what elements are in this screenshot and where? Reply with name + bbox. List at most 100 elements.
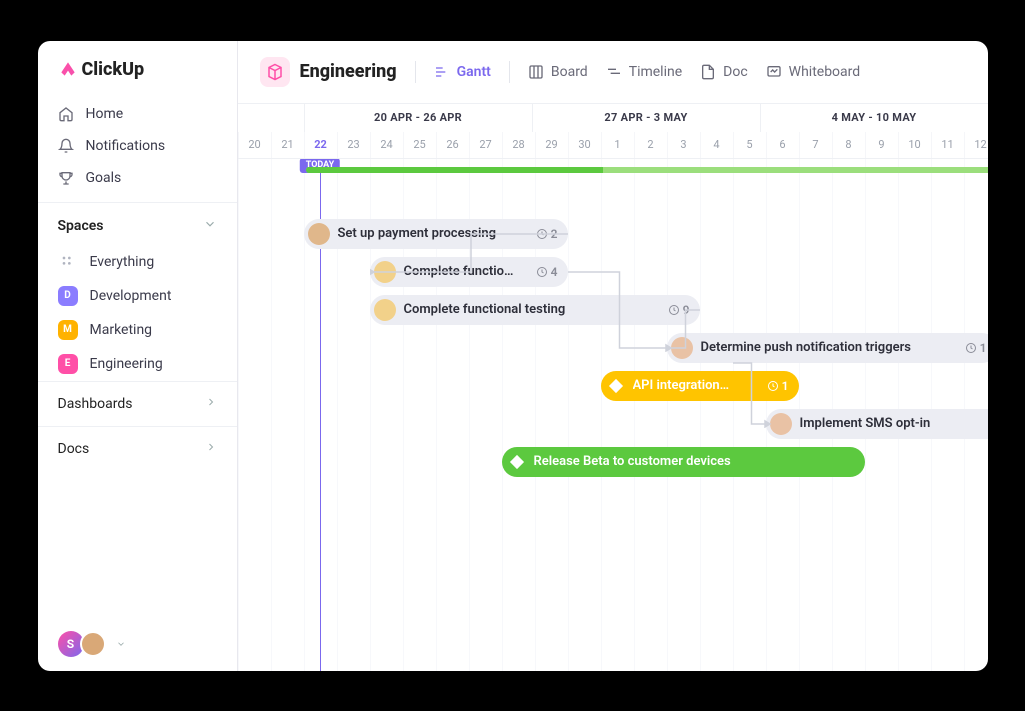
space-item-label: Marketing — [90, 322, 153, 338]
task-bar[interactable]: Determine push notification triggers1 — [667, 333, 988, 363]
dependency-connector — [370, 230, 572, 276]
clickup-logo-icon — [58, 59, 78, 79]
space-badge: D — [58, 286, 78, 306]
docs-label: Docs — [58, 441, 90, 457]
task-label: Release Beta to customer devices — [534, 454, 855, 469]
week-header: 4 MAY - 10 MAY — [760, 104, 988, 132]
spaces-header-label: Spaces — [58, 218, 104, 234]
bell-icon — [58, 138, 74, 154]
docs-section[interactable]: Docs — [38, 426, 237, 471]
nav-notifications[interactable]: Notifications — [38, 130, 237, 162]
overall-progress-fill — [306, 167, 603, 173]
nav-notifications-label: Notifications — [86, 138, 166, 154]
day-header: 8 — [832, 132, 865, 158]
view-tab-doc-label: Doc — [723, 64, 748, 80]
gantt-icon — [434, 64, 450, 80]
nav-goals[interactable]: Goals — [38, 162, 237, 194]
dependency-connector — [729, 359, 774, 428]
divider — [415, 61, 416, 83]
brand-logo[interactable]: ClickUp — [38, 59, 237, 98]
assignee-avatar — [374, 299, 396, 321]
dashboards-label: Dashboards — [58, 396, 133, 412]
brand-name: ClickUp — [82, 59, 145, 80]
app-window: ClickUp Home Notifications Goals Spaces … — [38, 41, 988, 671]
topbar: Engineering Gantt Board Timeline Doc — [238, 41, 988, 104]
space-everything-label: Everything — [90, 254, 155, 270]
day-header: 29 — [535, 132, 568, 158]
doc-icon — [700, 64, 716, 80]
week-header: 20 APR - 26 APR — [304, 104, 532, 132]
gantt-chart[interactable]: TODAYSet up payment processing2Complete … — [238, 159, 988, 671]
day-header: 30 — [568, 132, 601, 158]
space-badge: E — [58, 354, 78, 374]
day-header: 22 — [304, 132, 337, 158]
cube-icon — [260, 57, 290, 87]
day-header: 11 — [931, 132, 964, 158]
subtask-count: 1 — [965, 341, 987, 355]
space-title[interactable]: Engineering — [260, 57, 397, 87]
view-tab-board-label: Board — [551, 64, 588, 80]
day-header: 21 — [271, 132, 304, 158]
week-row: 20 APR - 26 APR27 APR - 3 MAY4 MAY - 10 … — [238, 104, 988, 132]
main-content: Engineering Gantt Board Timeline Doc — [238, 41, 988, 671]
whiteboard-icon — [766, 64, 782, 80]
task-bar[interactable]: Release Beta to customer devices — [502, 447, 865, 477]
task-bar[interactable]: Implement SMS opt-in — [766, 409, 988, 439]
day-header: 3 — [667, 132, 700, 158]
day-header: 24 — [370, 132, 403, 158]
member-avatar[interactable] — [80, 631, 106, 657]
day-header: 12 — [964, 132, 988, 158]
task-label: Implement SMS opt-in — [800, 416, 988, 431]
space-item-label: Engineering — [90, 356, 163, 372]
home-icon — [58, 106, 74, 122]
space-item-marketing[interactable]: M Marketing — [38, 313, 237, 347]
trophy-icon — [58, 170, 74, 186]
dependency-connector — [667, 306, 704, 352]
view-tab-timeline-label: Timeline — [629, 64, 682, 80]
view-tab-whiteboard[interactable]: Whiteboard — [766, 64, 861, 80]
day-header: 10 — [898, 132, 931, 158]
nav-goals-label: Goals — [86, 170, 122, 186]
space-item-engineering[interactable]: E Engineering — [38, 347, 237, 381]
space-everything[interactable]: Everything — [38, 245, 237, 279]
spaces-list: D Development M Marketing E Engineering — [38, 279, 237, 381]
day-header: 7 — [799, 132, 832, 158]
chevron-right-icon — [205, 441, 217, 457]
day-header: 26 — [436, 132, 469, 158]
day-header: 25 — [403, 132, 436, 158]
day-row: 2021222324252627282930123456789101112 — [238, 132, 988, 158]
space-item-label: Development — [90, 288, 172, 304]
day-header: 27 — [469, 132, 502, 158]
space-badge: M — [58, 320, 78, 340]
everything-icon — [58, 252, 78, 272]
sidebar: ClickUp Home Notifications Goals Spaces … — [38, 41, 238, 671]
view-tab-whiteboard-label: Whiteboard — [789, 64, 861, 80]
day-header: 5 — [733, 132, 766, 158]
view-tab-gantt[interactable]: Gantt — [434, 64, 491, 80]
milestone-icon — [608, 378, 622, 392]
assignee-avatar — [308, 223, 330, 245]
view-tab-timeline[interactable]: Timeline — [606, 64, 682, 80]
nav-home-label: Home — [86, 106, 124, 122]
timeline-header: 20 APR - 26 APR27 APR - 3 MAY4 MAY - 10 … — [238, 104, 988, 159]
day-header: 28 — [502, 132, 535, 158]
nav-home[interactable]: Home — [38, 98, 237, 130]
board-icon — [528, 64, 544, 80]
day-header: 6 — [766, 132, 799, 158]
milestone-icon — [509, 454, 523, 468]
chevron-down-icon[interactable] — [116, 634, 126, 653]
timeline-icon — [606, 64, 622, 80]
spaces-header[interactable]: Spaces — [38, 202, 237, 245]
view-tab-doc[interactable]: Doc — [700, 64, 748, 80]
space-item-development[interactable]: D Development — [38, 279, 237, 313]
dependency-connector — [564, 268, 675, 352]
day-header: 23 — [337, 132, 370, 158]
dashboards-section[interactable]: Dashboards — [38, 381, 237, 426]
chevron-down-icon — [203, 217, 217, 235]
view-tab-board[interactable]: Board — [528, 64, 588, 80]
chevron-right-icon — [205, 396, 217, 412]
space-title-text: Engineering — [300, 61, 397, 82]
week-header: 27 APR - 3 MAY — [532, 104, 760, 132]
user-avatar-letter: S — [67, 637, 74, 651]
view-tab-gantt-label: Gantt — [457, 64, 491, 80]
